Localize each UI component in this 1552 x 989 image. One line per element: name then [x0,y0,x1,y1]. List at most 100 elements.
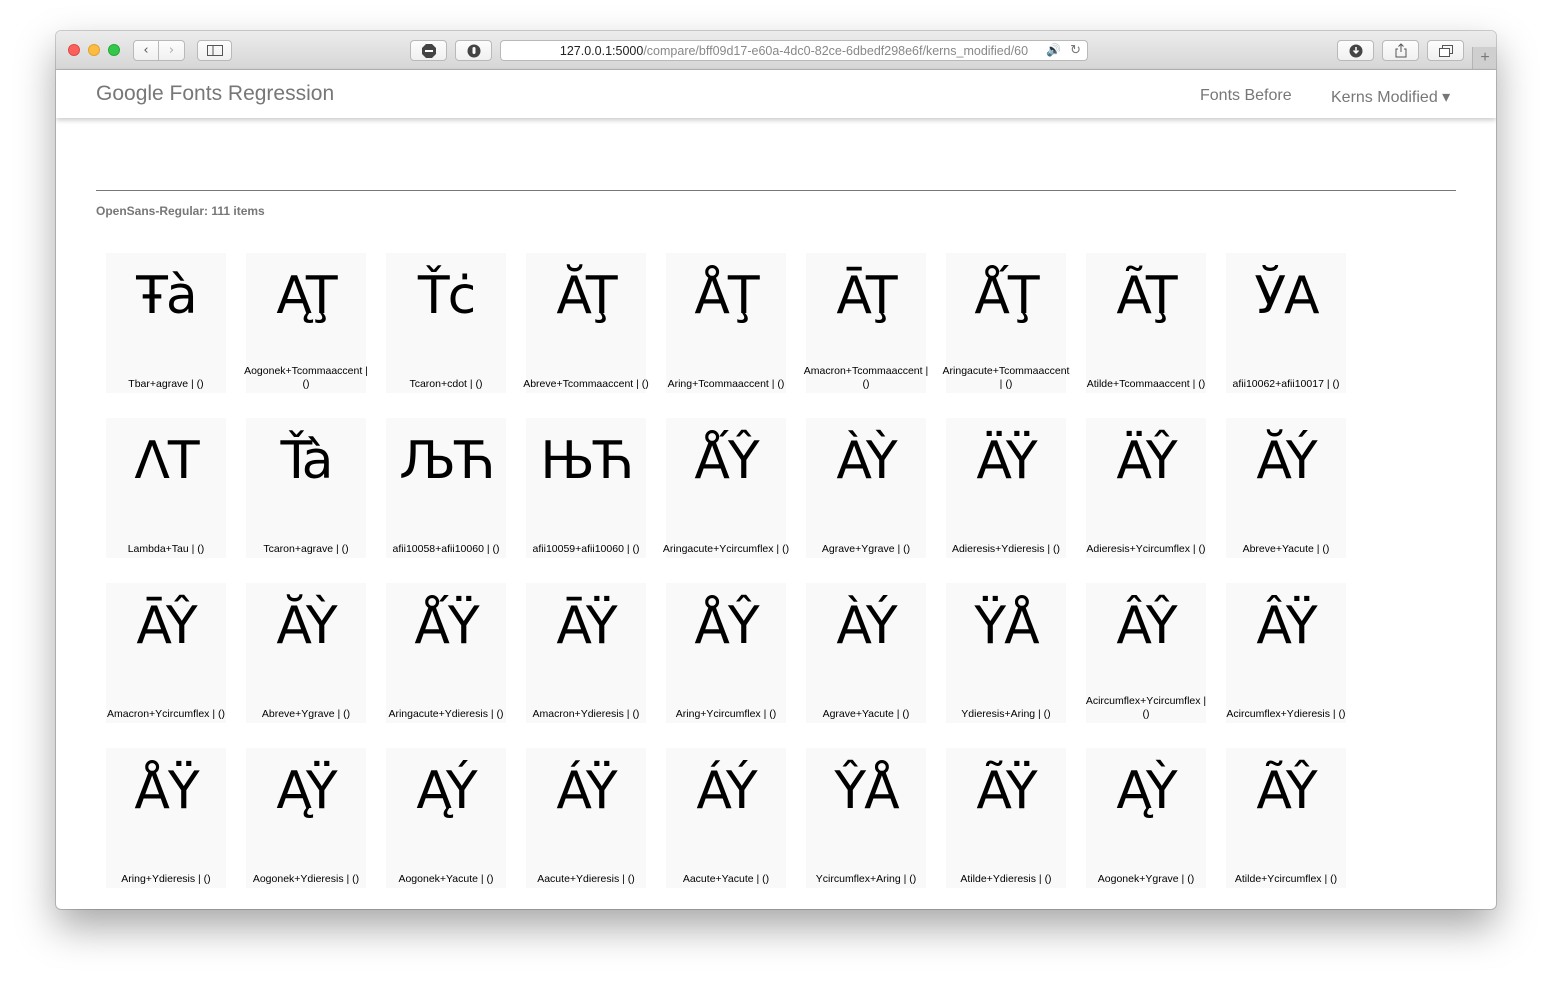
brand-title[interactable]: Google Fonts Regression [96,82,334,106]
app-navbar: Google Fonts Regression Fonts Before Ker… [56,70,1496,118]
glyph-pair: ǺŸ [414,596,479,656]
glyph-caption: Atilde+Ycircumflex | () [1234,873,1338,885]
browser-window: ‹ › 127.0.0.1:5000/compare/bff09d17-e60a… [56,31,1496,909]
audio-icon[interactable]: 🔊 [1046,43,1061,57]
glyph-card: ÀÝ Agrave+Yacute | () [806,583,926,723]
share-button[interactable] [1382,40,1419,61]
glyph-caption: Amacron+Ycircumflex | () [107,708,225,720]
glyph-card: ĂŢ Abreve+Tcommaaccent | () [523,253,649,393]
glyph-caption: Abreve+Tcommaaccent | () [523,378,649,390]
glyph-caption: Agrave+Yacute | () [822,708,910,720]
glyph-card: ĄÝ Aogonek+Yacute | () [386,748,506,888]
glyph-caption: Aringacute+Ycircumflex | () [662,543,790,555]
glyph-card: ĄỲ Aogonek+Ygrave | () [1086,748,1206,888]
glyph-pair: ĂÝ [1256,431,1317,491]
title-bar: ‹ › 127.0.0.1:5000/compare/bff09d17-e60a… [56,31,1496,70]
glyph-card: ÂŶ Acircumflex+Ycircumflex | () [1086,583,1206,723]
glyph-pair: ÄŶ [1116,431,1177,491]
reload-icon[interactable]: ↻ [1070,42,1081,58]
glyph-pair: ĀŸ [556,596,617,656]
glyph-pair: ÀÝ [836,596,897,656]
glyph-card: ÅŶ Aring+Ycircumflex | () [666,583,786,723]
glyph-caption: Atilde+Tcommaaccent | () [1086,378,1206,390]
maximize-window-button[interactable] [108,44,120,56]
glyph-pair: ÃŢ [1116,266,1177,326]
glyph-card: ŶÅ Ycircumflex+Aring | () [806,748,926,888]
glyph-caption: Aring+Ycircumflex | () [675,708,777,720]
nav-kerns-modified-dropdown[interactable]: Kerns Modified ▾ [1331,87,1450,107]
glyph-card: ŸÅ Ydieresis+Aring | () [946,583,1066,723]
glyph-card: ĂÝ Abreve+Yacute | () [1226,418,1346,558]
glyph-grid: Ŧà Tbar+agrave | () ĄŢ Aogonek+Tcommaaccent… [106,253,1366,909]
glyph-card: ÅŢ Aring+Tcommaaccent | () [666,253,786,393]
glyph-card: Ťċ Tcaron+cdot | () [386,253,506,393]
glyph-pair: ŸÅ [974,596,1039,656]
glyph-pair: ĄŸ [276,761,337,821]
address-bar[interactable]: 127.0.0.1:5000/compare/bff09d17-e60a-4dc… [500,40,1088,61]
glyph-card: ÁÝ Aacute+Yacute | () [666,748,786,888]
glyph-pair: ǺŶ [694,431,759,491]
glyph-caption: Tbar+agrave | () [128,378,204,390]
download-icon [1349,44,1362,57]
url-path: /compare/bff09d17-e60a-4dc0-82ce-6dbedf2… [643,43,1029,58]
forward-button[interactable]: › [159,40,185,61]
extension-button[interactable] [455,40,492,61]
glyph-pair: ŶÅ [834,761,899,821]
glyph-caption: Tcaron+agrave | () [263,543,349,555]
glyph-card: ÀỲ Agrave+Ygrave | () [806,418,926,558]
glyph-caption: Acircumflex+Ycircumflex | () [1085,695,1207,720]
nav-fonts-before[interactable]: Fonts Before [1200,87,1292,105]
glyph-pair: ĄŢ [276,266,337,326]
downloads-button[interactable] [1337,40,1374,61]
glyph-pair: ΛΤ [134,431,199,491]
glyph-pair: ĄỲ [1116,761,1177,821]
glyph-card: ÄŸ Adieresis+Ydieresis | () [946,418,1066,558]
new-tab-button[interactable]: + [1472,47,1496,69]
tabs-icon [1438,44,1453,57]
tabs-overview-button[interactable] [1427,40,1464,61]
glyph-pair: ÅŢ [694,266,759,326]
glyph-caption: Aacute+Ydieresis | () [537,873,635,885]
glyph-card: ÃŢ Atilde+Tcommaaccent | () [1086,253,1206,393]
glyph-caption: afii10062+afii10017 | () [1232,378,1340,390]
glyph-caption: Acircumflex+Ydieresis | () [1226,708,1346,720]
glyph-pair: ÃŶ [1256,761,1317,821]
glyph-card: Ŧà Tbar+agrave | () [106,253,226,393]
glyph-card: ÃŸ Atilde+Ydieresis | () [946,748,1066,888]
glyph-caption: Aogonek+Ydieresis | () [252,873,360,885]
glyph-card: ǺŢ Aringacute+Tcommaaccent | () [943,253,1069,393]
back-button[interactable]: ‹ [133,40,159,61]
glyph-pair: ǺŢ [974,266,1039,326]
glyph-pair: Ťċ [417,266,476,326]
glyph-caption: Ydieresis+Aring | () [961,708,1051,720]
glyph-pair: ĂŢ [556,266,617,326]
glyph-card: ÁŸ Aacute+Ydieresis | () [526,748,646,888]
glyph-card: ǺŸ Aringacute+Ydieresis | () [386,583,506,723]
chevron-left-icon: ‹ [143,43,149,58]
plus-icon: + [1480,49,1490,66]
glyph-caption: Amacron+Tcommaaccent | () [803,365,929,390]
glyph-card: ĂỲ Abreve+Ygrave | () [246,583,366,723]
adblock-button[interactable] [410,40,447,61]
glyph-card: Ťà Tcaron+agrave | () [246,418,366,558]
glyph-pair: ÅŶ [694,596,759,656]
close-window-button[interactable] [68,44,80,56]
glyph-card: ĄŢ Aogonek+Tcommaaccent | () [244,253,368,393]
glyph-pair: ĀŶ [136,596,197,656]
glyph-card: ΛΤ Lambda+Tau | () [106,418,226,558]
section-title: OpenSans-Regular: 111 items [96,204,265,218]
glyph-pair: ЊЋ [540,431,633,491]
glyph-pair: ÃŸ [976,761,1037,821]
glyph-pair: ЉЋ [399,431,495,491]
glyph-card: ÅŸ Aring+Ydieresis | () [106,748,226,888]
glyph-pair: ĀŢ [836,266,897,326]
glyph-caption: Abreve+Yacute | () [1242,543,1330,555]
glyph-caption: Aogonek+Yacute | () [398,873,494,885]
sidebar-button[interactable] [197,40,232,61]
glyph-caption: Aringacute+Tcommaaccent | () [942,365,1070,390]
glyph-card: ĀŶ Amacron+Ycircumflex | () [106,583,226,723]
glyph-caption: Aringacute+Ydieresis | () [388,708,504,720]
glyph-caption: afii10058+afii10060 | () [392,543,500,555]
minimize-window-button[interactable] [88,44,100,56]
hand-icon [467,44,480,57]
